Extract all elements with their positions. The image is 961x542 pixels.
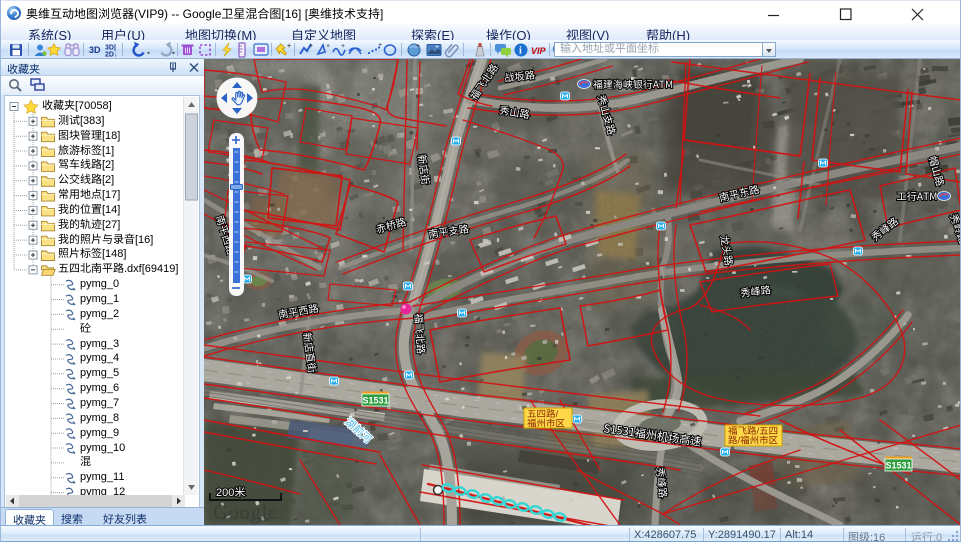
svg-text:工行ATM: 工行ATM xyxy=(897,188,938,203)
svg-text:S1531: S1531 xyxy=(885,461,911,471)
svg-text:战坂路: 战坂路 xyxy=(504,66,536,84)
svg-text:福建海峡银行ATM: 福建海峡银行ATM xyxy=(593,76,673,91)
svg-text:+: + xyxy=(435,44,439,51)
svg-text:2D↓: 2D↓ xyxy=(105,52,117,59)
svg-text:S1531: S1531 xyxy=(362,396,388,406)
svg-text:秀峰路: 秀峰路 xyxy=(653,467,671,499)
svg-text:3D|: 3D| xyxy=(105,45,116,52)
svg-text:+: + xyxy=(326,43,330,50)
svg-text:路/福州市区: 路/福州市区 xyxy=(728,435,779,447)
svg-text:i: i xyxy=(519,46,522,57)
svg-text:福州市区: 福州市区 xyxy=(527,418,566,430)
svg-text:福飞北路: 福飞北路 xyxy=(412,313,430,355)
svg-text:+: + xyxy=(287,43,291,50)
svg-text:+: + xyxy=(341,43,345,50)
svg-text:VIP: VIP xyxy=(531,46,547,56)
svg-text:+: + xyxy=(378,42,382,49)
svg-text:+: + xyxy=(416,43,420,50)
svg-text:+: + xyxy=(309,43,313,50)
svg-text:Google: Google xyxy=(213,500,277,524)
svg-text:3D: 3D xyxy=(89,45,101,55)
svg-text:200米: 200米 xyxy=(216,486,245,499)
